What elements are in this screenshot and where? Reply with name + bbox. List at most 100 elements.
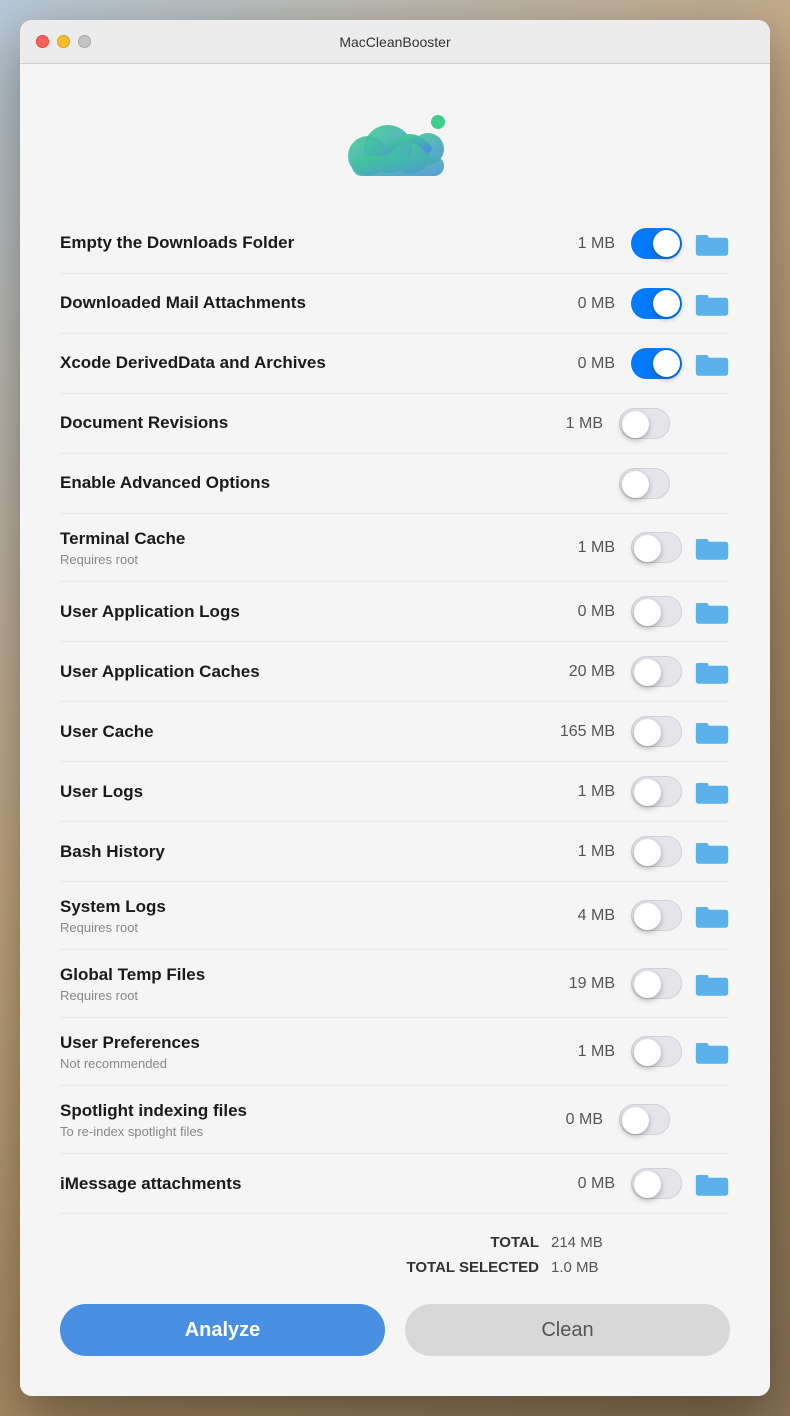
items-list: Empty the Downloads Folder1 MBDownloaded… <box>60 214 730 1214</box>
folder-icon[interactable] <box>694 1037 730 1067</box>
list-item: Empty the Downloads Folder1 MB <box>60 214 730 274</box>
item-title: User Application Caches <box>60 661 545 683</box>
item-size: 19 MB <box>545 975 615 993</box>
toggle-switch[interactable] <box>619 468 670 499</box>
toggle-switch[interactable] <box>631 968 682 999</box>
item-subtitle: Requires root <box>60 920 545 935</box>
main-content: Empty the Downloads Folder1 MBDownloaded… <box>20 64 770 1396</box>
list-item: iMessage attachments0 MB <box>60 1154 730 1214</box>
toggle-track <box>631 1036 682 1067</box>
toggle-knob <box>634 719 661 746</box>
toggle-track <box>631 968 682 999</box>
toggle-knob <box>634 903 661 930</box>
folder-icon[interactable] <box>694 1169 730 1199</box>
list-item: Global Temp FilesRequires root19 MB <box>60 950 730 1018</box>
toggle-knob <box>634 971 661 998</box>
item-info: User Application Caches <box>60 661 545 683</box>
analyze-button[interactable]: Analyze <box>60 1304 385 1356</box>
folder-icon[interactable] <box>694 837 730 867</box>
item-size: 1 MB <box>533 415 603 433</box>
toggle-knob <box>634 1171 661 1198</box>
item-title: Xcode DerivedData and Archives <box>60 352 545 374</box>
item-info: User Logs <box>60 781 545 803</box>
toggle-switch[interactable] <box>631 716 682 747</box>
toggle-switch[interactable] <box>631 228 682 259</box>
item-info: Spotlight indexing filesTo re-index spot… <box>60 1100 533 1139</box>
maximize-button[interactable] <box>78 35 91 48</box>
toggle-switch[interactable] <box>631 348 682 379</box>
item-size: 20 MB <box>545 663 615 681</box>
item-subtitle: To re-index spotlight files <box>60 1124 533 1139</box>
list-item: Xcode DerivedData and Archives0 MB <box>60 334 730 394</box>
item-title: Enable Advanced Options <box>60 472 549 494</box>
item-info: Document Revisions <box>60 412 533 434</box>
item-title: Document Revisions <box>60 412 533 434</box>
folder-icon[interactable] <box>694 969 730 999</box>
folder-icon[interactable] <box>694 717 730 747</box>
toggle-switch[interactable] <box>619 408 670 439</box>
item-size: 1 MB <box>545 1043 615 1061</box>
list-item: Spotlight indexing filesTo re-index spot… <box>60 1086 730 1154</box>
item-size: 1 MB <box>545 235 615 253</box>
folder-icon[interactable] <box>694 349 730 379</box>
folder-icon[interactable] <box>694 901 730 931</box>
folder-icon[interactable] <box>694 533 730 563</box>
toggle-knob <box>634 1039 661 1066</box>
toggle-track <box>631 836 682 867</box>
clean-button[interactable]: Clean <box>405 1304 730 1356</box>
toggle-switch[interactable] <box>631 776 682 807</box>
totals-section: TOTAL 214 MB TOTAL SELECTED 1.0 MB <box>60 1214 730 1288</box>
folder-icon[interactable] <box>694 657 730 687</box>
item-title: Empty the Downloads Folder <box>60 232 545 254</box>
toggle-switch[interactable] <box>631 1036 682 1067</box>
titlebar: MacCleanBooster <box>20 20 770 64</box>
list-item: Bash History1 MB <box>60 822 730 882</box>
toggle-track <box>631 776 682 807</box>
toggle-switch[interactable] <box>631 532 682 563</box>
toggle-switch[interactable] <box>631 596 682 627</box>
item-info: User Cache <box>60 721 545 743</box>
folder-icon[interactable] <box>694 289 730 319</box>
app-logo <box>330 94 460 194</box>
item-info: User Application Logs <box>60 601 545 623</box>
item-size: 4 MB <box>545 907 615 925</box>
item-info: Bash History <box>60 841 545 863</box>
folder-icon[interactable] <box>694 229 730 259</box>
list-item: Enable Advanced Options <box>60 454 730 514</box>
item-info: Downloaded Mail Attachments <box>60 292 545 314</box>
item-info: iMessage attachments <box>60 1173 545 1195</box>
toggle-switch[interactable] <box>631 288 682 319</box>
total-selected-label: TOTAL SELECTED <box>406 1259 539 1276</box>
toggle-switch[interactable] <box>631 1168 682 1199</box>
item-info: Xcode DerivedData and Archives <box>60 352 545 374</box>
toggle-track <box>619 468 670 499</box>
item-size: 0 MB <box>533 1111 603 1129</box>
toggle-track <box>631 532 682 563</box>
total-selected-row: TOTAL SELECTED 1.0 MB <box>60 1255 730 1280</box>
item-title: User Cache <box>60 721 545 743</box>
item-subtitle: Requires root <box>60 552 545 567</box>
minimize-button[interactable] <box>57 35 70 48</box>
toggle-track <box>631 228 682 259</box>
list-item: Document Revisions1 MB <box>60 394 730 454</box>
traffic-lights <box>36 35 91 48</box>
item-size: 0 MB <box>545 603 615 621</box>
item-info: Enable Advanced Options <box>60 472 549 494</box>
total-selected-value: 1.0 MB <box>551 1259 631 1276</box>
toggle-switch[interactable] <box>631 656 682 687</box>
toggle-knob <box>622 411 649 438</box>
toggle-switch[interactable] <box>631 900 682 931</box>
toggle-track <box>631 900 682 931</box>
folder-icon[interactable] <box>694 777 730 807</box>
list-item: User PreferencesNot recommended1 MB <box>60 1018 730 1086</box>
toggle-switch[interactable] <box>631 836 682 867</box>
toggle-switch[interactable] <box>619 1104 670 1135</box>
close-button[interactable] <box>36 35 49 48</box>
item-subtitle: Not recommended <box>60 1056 545 1071</box>
list-item: User Cache165 MB <box>60 702 730 762</box>
list-item: User Application Logs0 MB <box>60 582 730 642</box>
list-item: Terminal CacheRequires root1 MB <box>60 514 730 582</box>
toggle-track <box>631 288 682 319</box>
toggle-knob <box>634 779 661 806</box>
folder-icon[interactable] <box>694 597 730 627</box>
